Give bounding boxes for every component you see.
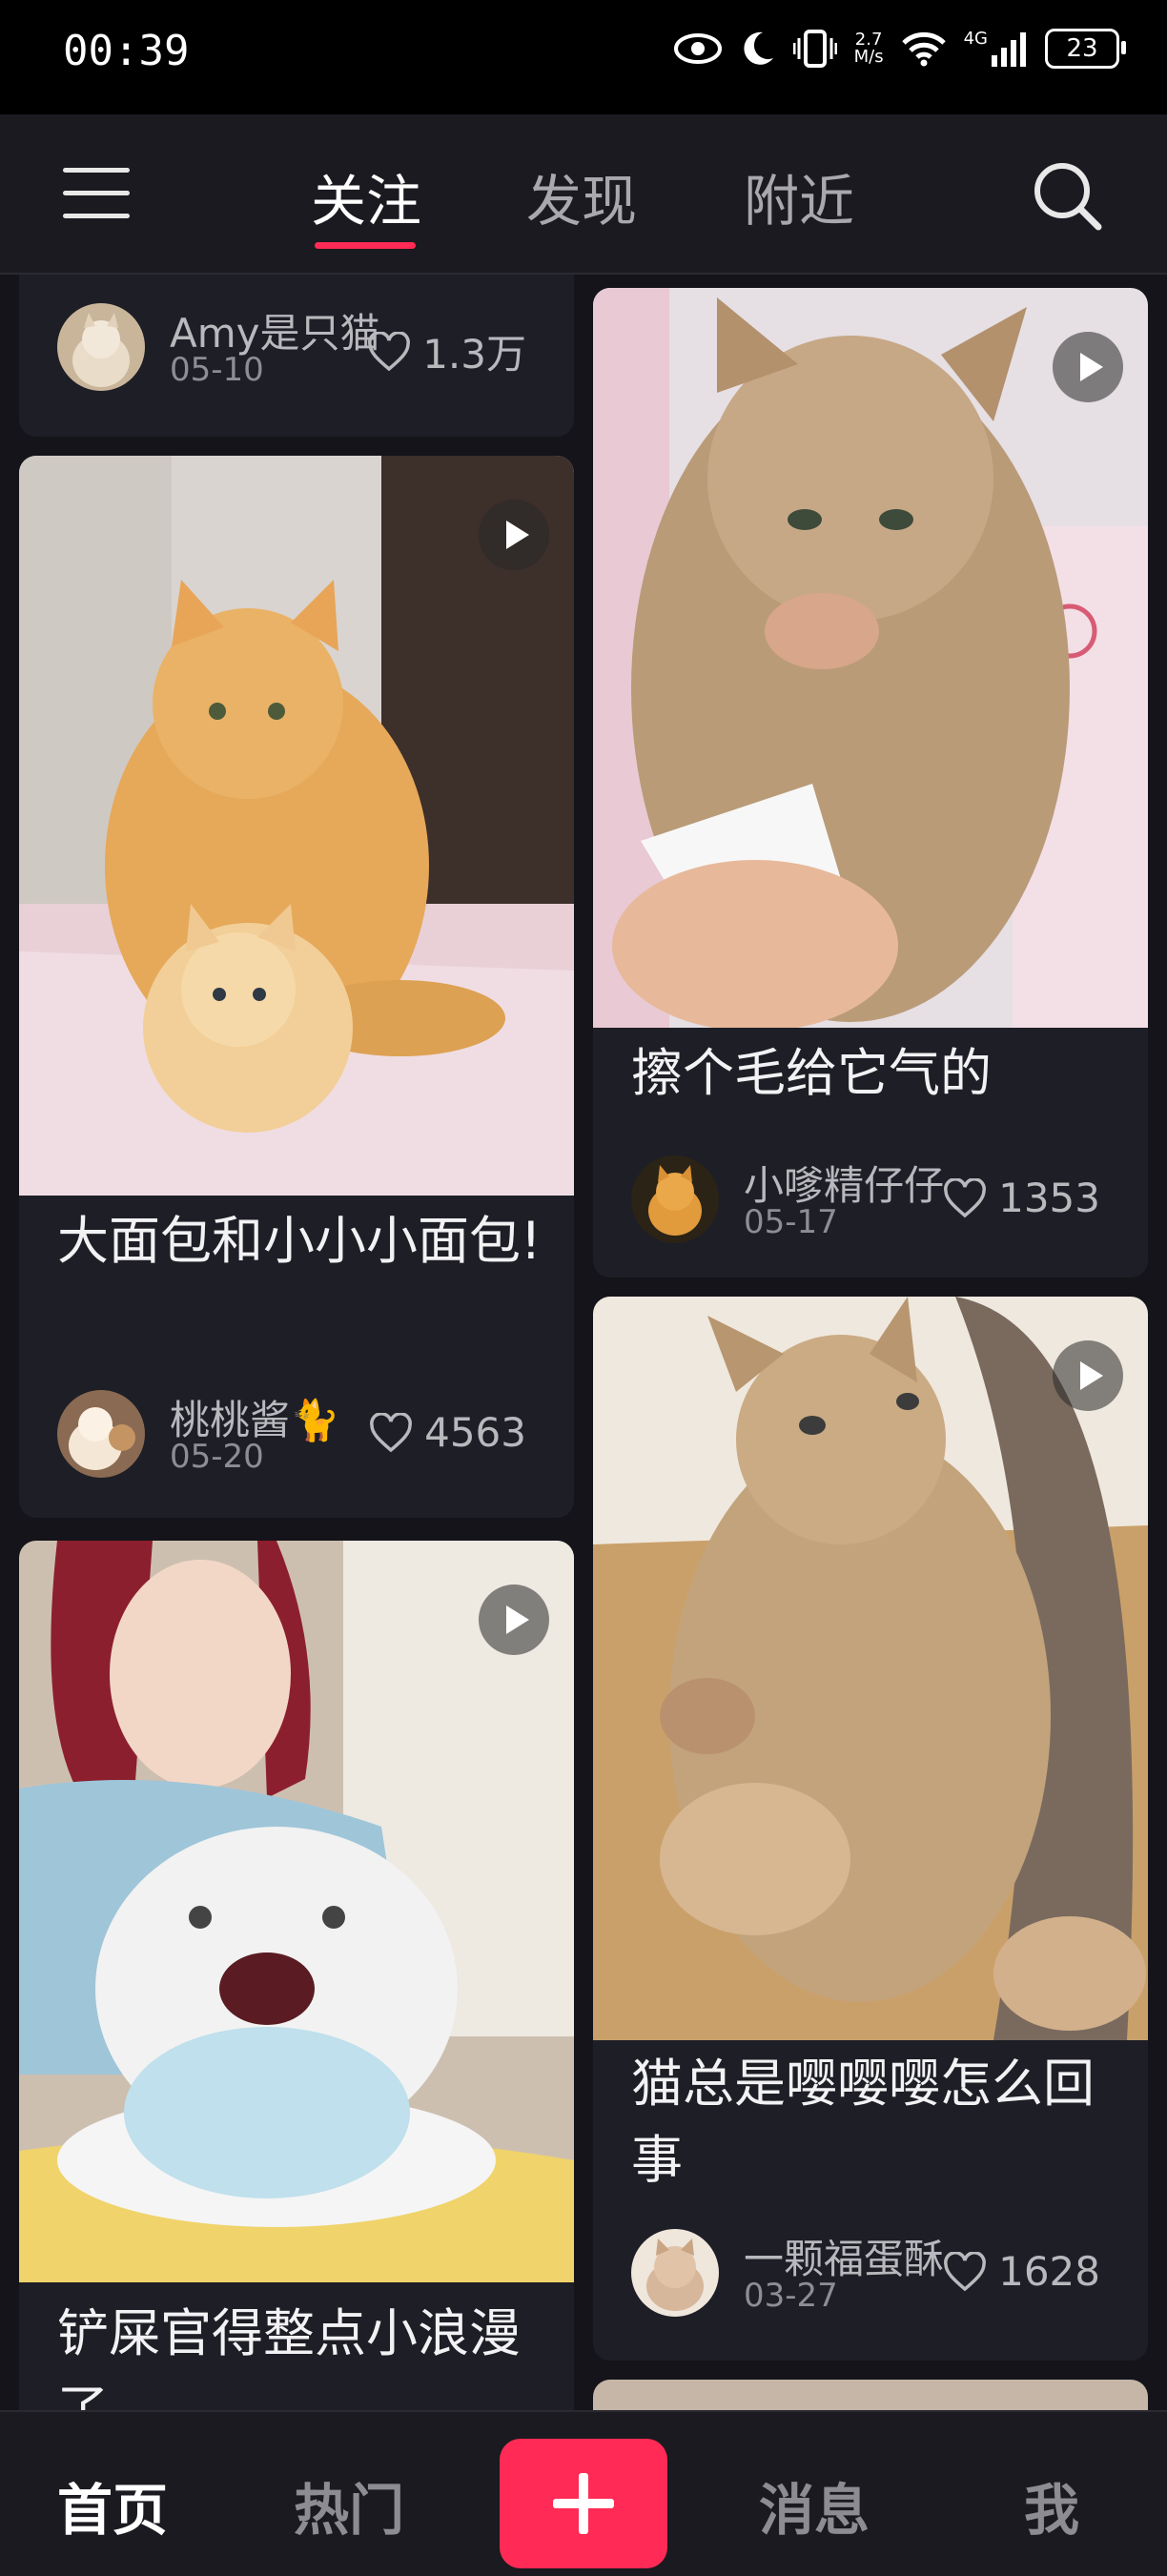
post-card[interactable]: 猫总是嘤嘤嘤怎么回事 一颗福蛋酥 03-27 1628: [593, 1297, 1148, 2361]
search-icon[interactable]: [1030, 158, 1106, 235]
avatar[interactable]: [57, 303, 145, 391]
post-card[interactable]: 铲屎官得整点小浪漫了: [19, 1541, 574, 2410]
post-meta: 小嗲精仔仔 05-17 1353: [631, 1155, 1119, 1247]
post-title: 大面包和小小小面包!: [57, 1211, 542, 1271]
nav-home[interactable]: 首页: [57, 2465, 168, 2545]
eye-icon: [673, 31, 723, 66]
feed: Amy是只猫 05-10 1.3万 大面包和小小小面包! 桃桃酱🐈 05-20 …: [0, 275, 1167, 2410]
post-thumbnail[interactable]: [593, 288, 1148, 1032]
menu-icon[interactable]: [63, 168, 130, 221]
signal-icon: 4G: [964, 31, 1028, 67]
moon-icon: [740, 30, 776, 68]
like-button[interactable]: 1628: [943, 2248, 1100, 2295]
post-date: 05-17: [744, 1203, 838, 1241]
post-thumbnail[interactable]: [19, 1541, 574, 2282]
post-title: 擦个毛给它气的: [631, 1043, 992, 1103]
avatar[interactable]: [631, 2229, 719, 2317]
post-title: 铲屎官得整点小浪漫了: [57, 2303, 521, 2410]
play-icon: [479, 500, 549, 570]
bottom-nav: 首页 热门 消息 我: [0, 2410, 1167, 2576]
post-title: 猫总是嘤嘤嘤怎么回事: [631, 2054, 1095, 2190]
heart-icon: [370, 1412, 413, 1452]
heart-icon: [944, 1177, 987, 1217]
post-card[interactable]: [593, 2380, 1148, 2410]
nav-hot[interactable]: 热门: [294, 2465, 404, 2545]
post-meta: 一颗福蛋酥 03-27 1628: [631, 2229, 1119, 2320]
like-count: 1353: [998, 1175, 1100, 1221]
net-speed: 2.7 M/s: [854, 31, 884, 66]
play-icon: [1053, 1340, 1123, 1411]
post-thumbnail[interactable]: [593, 1297, 1148, 2040]
post-thumbnail[interactable]: [593, 2380, 1148, 2410]
post-meta: 桃桃酱🐈 05-20 4563: [57, 1390, 545, 1482]
nav-me[interactable]: 我: [1024, 2465, 1079, 2545]
nav-messages[interactable]: 消息: [759, 2465, 870, 2545]
like-count: 1628: [998, 2248, 1100, 2295]
vibrate-icon: [792, 29, 837, 69]
wifi-icon: [901, 31, 947, 67]
net-speed-unit: M/s: [853, 47, 884, 67]
tab-following[interactable]: 关注: [311, 156, 421, 236]
plus-icon[interactable]: [500, 2439, 667, 2568]
top-nav: 关注 发现 附近: [0, 114, 1167, 275]
battery-level: 23: [1066, 34, 1098, 63]
post-card[interactable]: 擦个毛给它气的 小嗲精仔仔 05-17 1353: [593, 288, 1148, 1278]
like-count: 4563: [424, 1409, 526, 1456]
active-tab-indicator: [315, 242, 416, 249]
avatar[interactable]: [57, 1390, 145, 1478]
heart-icon: [944, 2251, 987, 2291]
play-icon: [479, 1584, 549, 1655]
post-card[interactable]: 大面包和小小小面包! 桃桃酱🐈 05-20 4563: [19, 456, 574, 1518]
like-button[interactable]: 1.3万: [367, 322, 526, 380]
status-icons: 2.7 M/s 4G 23: [673, 29, 1126, 69]
post-date: 05-20: [170, 1438, 264, 1476]
post-thumbnail[interactable]: [19, 456, 574, 1196]
post-card[interactable]: Amy是只猫 05-10 1.3万: [19, 275, 574, 437]
status-time: 00:39: [63, 27, 190, 75]
post-date: 03-27: [744, 2277, 838, 2315]
tab-discover[interactable]: 发现: [526, 156, 637, 236]
like-count: 1.3万: [422, 331, 526, 378]
status-bar: 00:39 2.7 M/s 4G 23: [0, 0, 1167, 114]
like-button[interactable]: 4563: [369, 1409, 526, 1456]
battery-icon: 23: [1045, 29, 1126, 69]
heart-icon: [368, 331, 411, 371]
post-meta: Amy是只猫 05-10 1.3万: [57, 303, 545, 395]
network-type: 4G: [963, 29, 988, 49]
post-date: 05-10: [170, 351, 264, 389]
like-button[interactable]: 1353: [943, 1175, 1100, 1221]
play-icon: [1053, 332, 1123, 402]
tab-nearby[interactable]: 附近: [744, 156, 854, 236]
avatar[interactable]: [631, 1155, 719, 1243]
